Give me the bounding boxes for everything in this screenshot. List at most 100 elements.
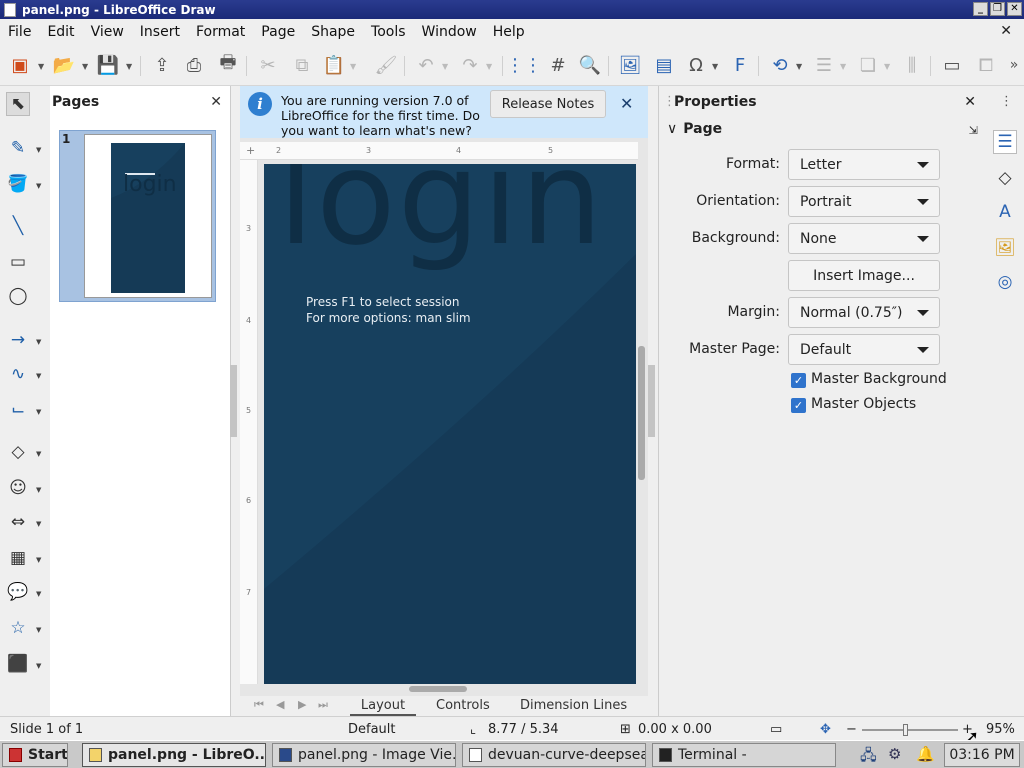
line-icon[interactable]: ╲ xyxy=(6,214,30,238)
new-icon[interactable]: ▣ xyxy=(8,53,32,77)
connectors-icon[interactable]: ⌙ xyxy=(6,398,30,422)
format-select[interactable]: Letter xyxy=(788,149,940,180)
menu-tools[interactable]: Tools xyxy=(363,24,414,40)
tab-controls[interactable]: Controls xyxy=(436,698,490,713)
minimize-button[interactable]: _ xyxy=(973,2,988,16)
orientation-select[interactable]: Portrait xyxy=(788,186,940,217)
zoom-slider-handle[interactable] xyxy=(903,724,908,736)
gallery-deck-icon[interactable]: 🖼 xyxy=(993,236,1017,260)
task-terminal[interactable]: Terminal - xyxy=(652,743,836,767)
menu-edit[interactable]: Edit xyxy=(39,24,82,40)
styles-deck-icon[interactable]: A xyxy=(993,200,1017,224)
3d-objects-icon[interactable]: ⬛ xyxy=(6,652,30,676)
update-icon[interactable]: ⚙ xyxy=(888,745,901,763)
cut-icon[interactable]: ✂ xyxy=(256,53,280,77)
insert-image-icon[interactable]: 🖼 xyxy=(618,53,642,77)
close-infobar-icon[interactable]: ✕ xyxy=(620,94,633,113)
undo-icon[interactable]: ↶ xyxy=(414,53,438,77)
zoom-level[interactable]: 95% xyxy=(986,722,1015,737)
close-properties-icon[interactable]: ✕ xyxy=(964,94,976,110)
master-page-select[interactable]: Default xyxy=(788,334,940,365)
background-select[interactable]: None xyxy=(788,223,940,254)
shapes-deck-icon[interactable]: ◇ xyxy=(993,166,1017,190)
print-icon[interactable]: 🖶 xyxy=(216,52,240,77)
menu-insert[interactable]: Insert xyxy=(132,24,188,40)
zoom-out-icon[interactable]: − xyxy=(846,722,857,737)
first-tab-icon[interactable]: ⏮ xyxy=(254,698,264,712)
line-color-icon[interactable]: ✎ xyxy=(6,136,30,160)
special-character-icon[interactable]: Ω xyxy=(684,53,708,77)
tab-layout[interactable]: Layout xyxy=(350,698,416,716)
rectangle-icon[interactable]: ▭ xyxy=(6,250,30,274)
helplines-icon[interactable]: # xyxy=(546,53,570,77)
block-arrows-icon[interactable]: ⇔ xyxy=(6,510,30,534)
release-notes-button[interactable]: Release Notes xyxy=(490,90,606,118)
open-icon[interactable]: 📂 xyxy=(52,53,76,77)
lines-arrows-icon[interactable]: → xyxy=(6,328,30,352)
distribute-icon[interactable]: ⫼ xyxy=(900,53,924,77)
notification-icon[interactable]: 🔔 xyxy=(916,745,935,763)
callouts-icon[interactable]: 💬 xyxy=(6,580,30,604)
basic-shapes-icon[interactable]: ◇ xyxy=(6,440,30,464)
sidebar-menu-icon[interactable]: ⋮ xyxy=(1000,94,1013,109)
network-icon[interactable]: 🖧 xyxy=(860,745,877,768)
copy-icon[interactable]: ⧉ xyxy=(290,53,314,77)
save-icon[interactable]: 💾 xyxy=(96,53,120,77)
symbol-shapes-icon[interactable]: ☺ xyxy=(6,476,30,500)
task-file-manager[interactable]: devuan-curve-deepsea xyxy=(462,743,646,767)
task-image-viewer[interactable]: panel.png - Image Vie... xyxy=(272,743,456,767)
fontwork-icon[interactable]: F xyxy=(728,53,752,77)
close-document-icon[interactable]: ✕ xyxy=(1000,23,1012,39)
more-tools-icon[interactable]: » xyxy=(1002,53,1024,77)
arrange-icon[interactable]: ❏ xyxy=(856,53,880,77)
redo-icon[interactable]: ↷ xyxy=(458,53,482,77)
last-tab-icon[interactable]: ⏭ xyxy=(318,698,328,712)
menu-help[interactable]: Help xyxy=(485,24,533,40)
crop-icon[interactable]: ⧠ xyxy=(974,53,998,77)
shadow-icon[interactable]: ▭ xyxy=(940,53,964,77)
page-thumbnail[interactable]: login xyxy=(84,134,212,298)
fit-page-icon[interactable]: ✥ xyxy=(820,722,831,737)
next-tab-icon[interactable]: ▶ xyxy=(298,698,306,711)
curves-icon[interactable]: ∿ xyxy=(6,362,30,386)
fill-color-icon[interactable]: 🪣 xyxy=(6,172,30,196)
menu-format[interactable]: Format xyxy=(188,24,253,40)
menu-view[interactable]: View xyxy=(83,24,132,40)
close-pages-panel-icon[interactable]: ✕ xyxy=(210,94,222,110)
master-background-checkbox[interactable]: ✓ xyxy=(791,373,806,388)
transformations-icon[interactable]: ⟲ xyxy=(768,53,792,77)
insert-image-button[interactable]: Insert Image... xyxy=(788,260,940,291)
more-options-icon[interactable]: ⇲ xyxy=(969,124,978,137)
export-pdf-icon[interactable]: ⎙ xyxy=(182,53,206,77)
vertical-scrollbar[interactable] xyxy=(638,346,645,480)
grid-icon[interactable]: ⋮⋮ xyxy=(506,53,542,77)
master-objects-checkbox[interactable]: ✓ xyxy=(791,398,806,413)
collapse-sidebar-handle[interactable] xyxy=(648,365,655,437)
collapse-pages-handle[interactable] xyxy=(230,365,237,437)
clone-formatting-icon[interactable]: 🖌 xyxy=(374,53,398,77)
menu-shape[interactable]: Shape xyxy=(303,24,363,40)
export-icon[interactable]: ⇪ xyxy=(150,53,174,77)
horizontal-scrollbar[interactable] xyxy=(409,686,467,692)
task-libreoffice[interactable]: panel.png - LibreO... xyxy=(82,743,266,767)
stars-icon[interactable]: ☆ xyxy=(6,616,30,640)
menu-window[interactable]: Window xyxy=(414,24,485,40)
start-button[interactable]: Start xyxy=(2,743,68,767)
flowchart-icon[interactable]: ▦ xyxy=(6,546,30,570)
ellipse-icon[interactable]: ◯ xyxy=(6,284,30,308)
menu-page[interactable]: Page xyxy=(253,24,303,40)
document-modified-icon[interactable]: ▭ xyxy=(770,722,782,737)
zoom-icon[interactable]: 🔍 xyxy=(578,53,602,77)
paste-icon[interactable]: 📋 xyxy=(322,53,346,77)
menu-file[interactable]: File xyxy=(0,24,39,40)
zoom-slider[interactable] xyxy=(862,729,958,731)
prev-tab-icon[interactable]: ◀ xyxy=(276,698,284,711)
page-section-header[interactable]: ∨ Page xyxy=(667,121,722,137)
align-icon[interactable]: ☰ xyxy=(812,53,836,77)
properties-deck-icon[interactable]: ☰ xyxy=(993,130,1017,154)
margin-select[interactable]: Normal (0.75″) xyxy=(788,297,940,328)
tab-dimension-lines[interactable]: Dimension Lines xyxy=(520,698,627,713)
drawing-page[interactable]: login Press F1 to select session For mor… xyxy=(264,164,636,684)
select-icon[interactable]: ⬉ xyxy=(6,92,30,116)
navigator-deck-icon[interactable]: ◎ xyxy=(993,270,1017,294)
